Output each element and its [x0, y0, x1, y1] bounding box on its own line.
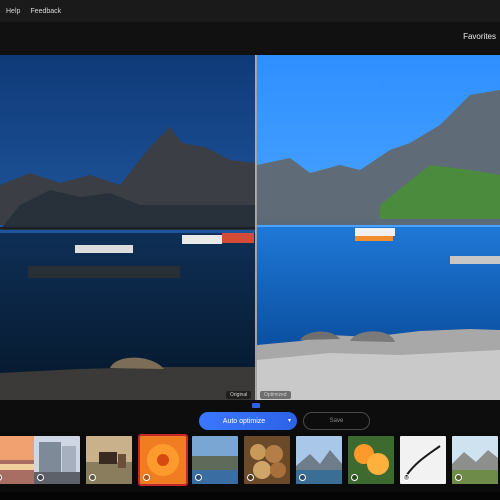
thumbnail-street-building[interactable]	[34, 436, 80, 484]
after-half	[257, 55, 500, 400]
select-radio[interactable]	[455, 474, 462, 481]
favorites-link[interactable]: Favorites	[463, 32, 496, 41]
filmstrip	[0, 432, 500, 492]
top-bar: Favorites	[0, 22, 500, 55]
comparison-divider-handle[interactable]	[255, 55, 257, 400]
thumbnail-sunset-beach[interactable]	[0, 436, 38, 484]
comparison-image	[0, 55, 500, 400]
select-radio[interactable]	[195, 474, 202, 481]
thumbnail-pastries[interactable]	[244, 436, 290, 484]
before-label: Original	[226, 391, 252, 399]
thumbnail-horse-cart[interactable]	[86, 436, 132, 484]
menu-bar: Help Feedback	[0, 0, 500, 22]
menu-help[interactable]: Help	[6, 8, 20, 15]
thumbnail-mountain-lake[interactable]	[296, 436, 342, 484]
before-half	[0, 55, 256, 400]
thumbnail-abstract-white[interactable]	[400, 436, 446, 484]
thumbnail-orange-flower[interactable]	[138, 434, 188, 486]
chevron-down-icon[interactable]: ▾	[288, 417, 291, 424]
bottom-band	[0, 492, 500, 500]
menu-feedback[interactable]: Feedback	[30, 8, 61, 15]
select-radio[interactable]	[299, 474, 306, 481]
auto-optimize-label: Auto optimize	[222, 417, 266, 425]
thumbnail-orange-flowers[interactable]	[348, 436, 394, 484]
active-indicator	[252, 403, 260, 408]
select-radio[interactable]	[37, 474, 44, 481]
save-button[interactable]: Save	[303, 412, 370, 430]
comparison-viewer[interactable]: Original Optimized	[0, 55, 500, 400]
save-label: Save	[329, 418, 344, 424]
select-radio[interactable]	[143, 474, 150, 481]
select-radio[interactable]	[351, 474, 358, 481]
auto-optimize-button[interactable]: Auto optimize ▾	[199, 412, 297, 430]
thumbnail-coastal-scene[interactable]	[192, 436, 238, 484]
select-radio[interactable]	[89, 474, 96, 481]
thumbnail-image	[0, 436, 38, 484]
after-label: Optimized	[260, 391, 291, 399]
thumbnail-mountain-field[interactable]	[452, 436, 498, 484]
select-radio[interactable]	[403, 474, 410, 481]
select-radio[interactable]	[247, 474, 254, 481]
